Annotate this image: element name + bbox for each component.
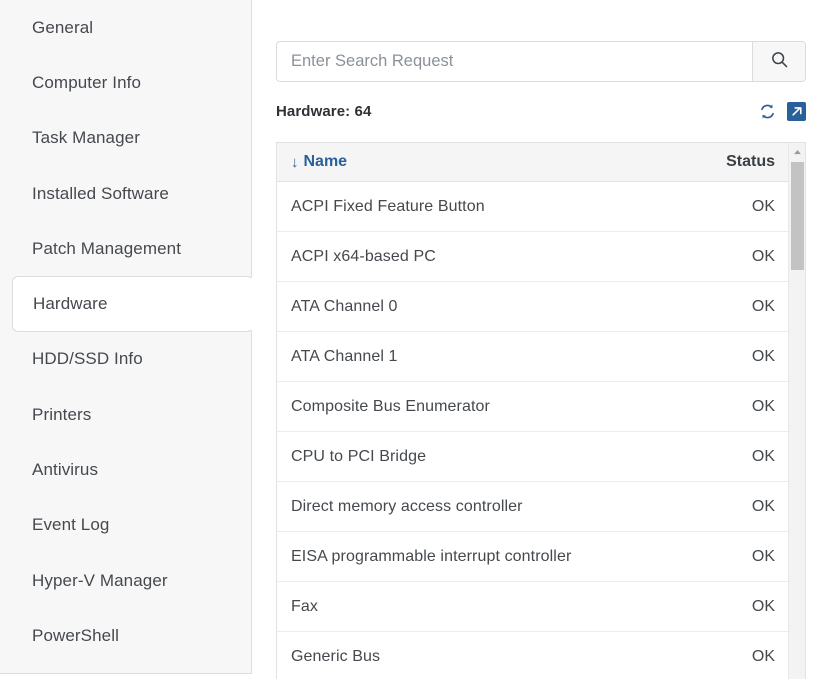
cell-name: Generic Bus	[291, 647, 381, 665]
result-count-label: Hardware: 64	[276, 102, 372, 120]
sidebar-item-patch-management[interactable]: Patch Management	[0, 221, 251, 276]
computer-details-panel: General Computer Info Task Manager Installe…	[0, 0, 826, 687]
table-row[interactable]: Composite Bus Enumerator OK	[277, 382, 789, 432]
cell-name: Direct memory access controller	[291, 497, 523, 515]
cell-status: OK	[751, 347, 775, 365]
sidebar-item-label: Patch Management	[32, 238, 182, 258]
cell-status: OK	[751, 447, 775, 465]
cell-name: ATA Channel 0	[291, 297, 398, 315]
cell-name: EISA programmable interrupt controller	[291, 547, 572, 565]
cell-status: OK	[751, 597, 775, 615]
cell-status: OK	[751, 497, 775, 515]
search-icon	[770, 50, 789, 74]
main-content: Hardware: 64	[252, 0, 826, 687]
sidebar-item-label: Computer Info	[32, 72, 142, 92]
sidebar-item-label: Printers	[32, 404, 92, 424]
cell-status: OK	[751, 297, 775, 315]
cell-status: OK	[751, 247, 775, 265]
table-rows: ACPI Fixed Feature Button OK ACPI x64-base…	[277, 182, 789, 679]
sidebar-item-label: HDD/SSD Info	[32, 349, 143, 369]
sidebar-item-label: PowerShell	[32, 625, 119, 645]
sidebar-item-printers[interactable]: Printers	[0, 387, 251, 442]
sidebar-item-label: Hyper-V Manager	[32, 570, 168, 590]
sidebar-item-computer-info[interactable]: Computer Info	[0, 55, 251, 110]
table-header-row: ↓ Name Status	[277, 143, 789, 182]
sidebar-nav: General Computer Info Task Manager Installe…	[0, 0, 253, 674]
refresh-icon[interactable]	[758, 102, 777, 121]
cell-status: OK	[751, 197, 775, 215]
sidebar-item-general[interactable]: General	[0, 0, 251, 55]
column-header-name-label: Name	[303, 153, 348, 170]
scrollbar-thumb[interactable]	[791, 162, 804, 270]
sidebar-item-label: Installed Software	[32, 183, 169, 203]
sidebar-item-label: Hardware	[33, 294, 108, 314]
table-actions	[758, 101, 806, 121]
sidebar-item-hdd-ssd-info[interactable]: HDD/SSD Info	[0, 332, 251, 387]
search-bar	[276, 41, 806, 82]
column-header-name[interactable]: ↓ Name	[277, 153, 347, 171]
search-button[interactable]	[752, 41, 806, 82]
result-count-row: Hardware: 64	[276, 100, 806, 122]
cell-status: OK	[751, 547, 775, 565]
sidebar-item-label: Antivirus	[32, 460, 99, 480]
sidebar-item-label: General	[32, 17, 94, 37]
table-row[interactable]: EISA programmable interrupt controller OK	[277, 532, 789, 582]
table-row[interactable]: ACPI x64-based PC OK	[277, 232, 789, 282]
table-row[interactable]: Generic Bus OK	[277, 632, 789, 679]
sidebar-item-hardware[interactable]: Hardware	[12, 276, 253, 332]
cell-name: Fax	[291, 597, 318, 615]
table-row[interactable]: Fax OK	[277, 582, 789, 632]
table-row[interactable]: ACPI Fixed Feature Button OK	[277, 182, 789, 232]
external-link-icon[interactable]	[787, 101, 806, 121]
cell-name: ACPI x64-based PC	[291, 247, 436, 265]
sidebar-item-task-manager[interactable]: Task Manager	[0, 111, 251, 166]
search-input[interactable]	[276, 41, 752, 82]
cell-name: Composite Bus Enumerator	[291, 397, 490, 415]
table-row[interactable]: ATA Channel 1 OK	[277, 332, 789, 382]
cell-name: ATA Channel 1	[291, 347, 398, 365]
table-row[interactable]: CPU to PCI Bridge OK	[277, 432, 789, 482]
sidebar-item-label: Event Log	[32, 515, 110, 535]
sidebar-item-antivirus[interactable]: Antivirus	[0, 442, 251, 497]
column-header-status[interactable]: Status	[726, 153, 789, 171]
sidebar-item-event-log[interactable]: Event Log	[0, 498, 251, 553]
sidebar-item-installed-software[interactable]: Installed Software	[0, 166, 251, 221]
cell-name: ACPI Fixed Feature Button	[291, 197, 485, 215]
table-row[interactable]: Direct memory access controller OK	[277, 482, 789, 532]
sidebar-item-label: Task Manager	[32, 128, 140, 148]
sidebar-item-hyper-v-manager[interactable]: Hyper-V Manager	[0, 553, 251, 608]
cell-status: OK	[751, 647, 775, 665]
table-scrollbar[interactable]	[788, 143, 805, 679]
table-row[interactable]: ATA Channel 0 OK	[277, 282, 789, 332]
hardware-table: ↓ Name Status ACPI Fixed Feature Button O…	[276, 142, 806, 679]
sidebar-item-powershell[interactable]: PowerShell	[0, 608, 251, 663]
sort-descending-icon: ↓	[291, 153, 299, 171]
cell-status: OK	[751, 397, 775, 415]
cell-name: CPU to PCI Bridge	[291, 447, 427, 465]
hardware-table-body: ↓ Name Status ACPI Fixed Feature Button O…	[277, 143, 789, 679]
scroll-up-arrow-icon[interactable]	[789, 143, 805, 160]
